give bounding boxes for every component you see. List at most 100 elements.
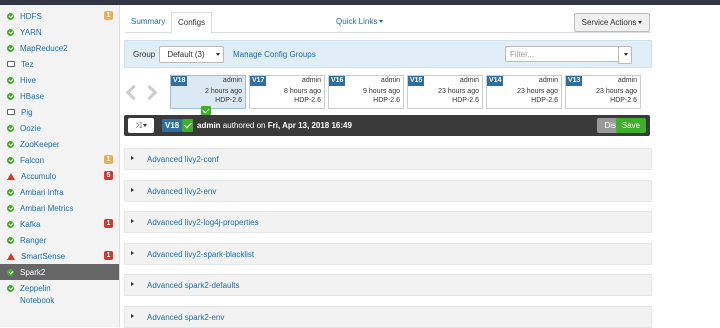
- sidebar-item-label: ZooKeeper: [20, 139, 60, 149]
- save-button[interactable]: Save: [616, 118, 646, 133]
- version-card-v18[interactable]: V18 admin 2 hours ago HDP-2.6: [170, 75, 246, 115]
- current-version-badge: V18: [162, 119, 183, 132]
- config-group-bar: Group Default (3) Manage Config Groups: [124, 40, 652, 68]
- version-user: admin: [301, 77, 321, 84]
- sidebar-item-yarn[interactable]: YARN: [0, 24, 119, 40]
- config-section-header[interactable]: Advanced spark2-env: [124, 305, 652, 328]
- filter-input[interactable]: [505, 46, 623, 62]
- sidebar-item-smartsense[interactable]: SmartSense 1: [0, 248, 119, 264]
- service-actions-button[interactable]: Service Actions: [574, 13, 650, 32]
- alert-count-badge[interactable]: 1: [104, 155, 113, 164]
- sidebar-item-label-line2: Notebook: [20, 296, 55, 305]
- config-section-title: Advanced livy2-conf: [147, 155, 219, 164]
- sidebar-item-oozie[interactable]: Oozie: [0, 120, 119, 136]
- sidebar-item-label: HBase: [20, 91, 45, 101]
- expand-caret-icon: [131, 313, 134, 318]
- config-section-title: Advanced spark2-defaults: [147, 281, 240, 290]
- alert-count-badge[interactable]: 1: [104, 251, 113, 260]
- version-user: admin: [459, 77, 479, 84]
- tab-configs[interactable]: Configs: [171, 12, 213, 34]
- sidebar-item-ambari-metrics[interactable]: Ambari Metrics: [0, 200, 119, 216]
- sidebar-item-label: Ambari Infra: [20, 187, 64, 197]
- author-name: admin: [197, 121, 221, 130]
- version-card-v16[interactable]: V16 admin 9 hours ago HDP-2.6: [328, 75, 404, 109]
- version-stack: HDP-2.6: [294, 97, 321, 104]
- version-card-v13[interactable]: V13 admin 23 hours ago HDP-2.6: [565, 75, 641, 109]
- group-dropdown-toggle[interactable]: [211, 46, 224, 63]
- alert-triangle-icon: [7, 252, 15, 260]
- version-user: admin: [538, 77, 558, 84]
- quick-links-dropdown[interactable]: Quick Links: [336, 17, 384, 26]
- status-ok-icon: [7, 12, 14, 20]
- chevron-down-icon: [142, 124, 147, 128]
- sidebar-item-label: YARN: [20, 27, 42, 37]
- sidebar-item-ranger[interactable]: Ranger: [0, 232, 119, 248]
- sidebar-item-zeppelin[interactable]: Zeppelin Notebook: [0, 280, 119, 310]
- version-card-v17[interactable]: V17 admin 8 hours ago HDP-2.6: [249, 75, 325, 109]
- version-card-v15[interactable]: V15 admin 23 hours ago HDP-2.6: [407, 75, 483, 109]
- current-version-bar: ⤨ V18 admin authored on Fri, Apr 13, 201…: [124, 115, 650, 136]
- sidebar-item-label: Oozie: [20, 123, 41, 133]
- service-tabs: Summary Configs: [125, 12, 651, 34]
- sidebar-item-hive[interactable]: Hive: [0, 72, 119, 88]
- prev-versions-arrow-icon[interactable]: [125, 84, 142, 101]
- next-versions-arrow-icon[interactable]: [141, 84, 158, 101]
- sidebar-item-ambari-infra[interactable]: Ambari Infra: [0, 184, 119, 200]
- config-section-header[interactable]: Advanced livy2-conf: [124, 148, 652, 170]
- sidebar-item-zookeeper[interactable]: ZooKeeper: [0, 136, 119, 152]
- status-ok-icon: [7, 124, 14, 132]
- tab-summary[interactable]: Summary: [125, 12, 171, 32]
- status-ok-icon: [7, 76, 14, 84]
- filter-dropdown-toggle[interactable]: [618, 46, 632, 64]
- version-label: V14: [487, 76, 504, 86]
- version-card-v14[interactable]: V14 admin 23 hours ago HDP-2.6: [486, 75, 562, 109]
- status-ok-icon: [7, 220, 14, 228]
- sidebar-item-kafka[interactable]: Kafka 1: [0, 216, 119, 232]
- version-stack: HDP-2.6: [610, 97, 637, 104]
- sidebar-item-label: Ambari Metrics: [20, 203, 74, 213]
- version-stack: HDP-2.6: [531, 97, 558, 104]
- client-monitor-icon: [7, 109, 15, 115]
- config-section-header[interactable]: Advanced spark2-defaults: [124, 274, 652, 296]
- status-ok-icon: [7, 188, 14, 196]
- alert-count-badge[interactable]: 1: [104, 219, 113, 228]
- version-time: 23 hours ago: [596, 88, 637, 95]
- sidebar-item-label: Accumulo: [21, 171, 57, 181]
- group-label: Group: [133, 50, 156, 59]
- sidebar-item-hdfs[interactable]: HDFS 1: [0, 8, 119, 24]
- sidebar-item-spark2[interactable]: Spark2: [0, 264, 119, 280]
- alert-count-badge[interactable]: 5: [104, 171, 113, 180]
- sidebar-item-accumulo[interactable]: Accumulo 5: [0, 168, 119, 184]
- version-time: 8 hours ago: [284, 88, 321, 95]
- authored-on-label: authored on: [222, 121, 266, 130]
- status-ok-icon: [7, 204, 14, 212]
- config-section-title: Advanced spark2-env: [147, 312, 225, 322]
- config-section-header[interactable]: Advanced livy2-env: [124, 179, 652, 202]
- compare-versions-button[interactable]: ⤨: [128, 118, 154, 133]
- sidebar-item-label: Zeppelin Notebook: [20, 283, 54, 307]
- sidebar-item-label-line1: Zeppelin: [20, 284, 51, 293]
- version-user: admin: [380, 77, 400, 84]
- sidebar-item-label: Hive: [20, 75, 37, 85]
- sidebar-item-label: Tez: [21, 59, 34, 69]
- sidebar-item-mapreduce2[interactable]: MapReduce2: [0, 40, 119, 56]
- status-ok-icon: [7, 285, 14, 292]
- chevron-down-icon: [624, 53, 628, 57]
- sidebar-item-hbase[interactable]: HBase: [0, 88, 119, 104]
- group-select-button[interactable]: Default (3): [159, 46, 213, 63]
- version-label: V17: [250, 76, 267, 86]
- config-section-title: Advanced livy2-spark-blacklist: [147, 249, 255, 259]
- sidebar-item-label: HDFS: [20, 11, 42, 21]
- sidebar-item-tez[interactable]: Tez: [0, 56, 119, 72]
- alert-count-badge[interactable]: 1: [104, 11, 113, 20]
- config-section-header[interactable]: Advanced livy2-log4j-properties: [124, 211, 652, 233]
- sidebar-item-falcon[interactable]: Falcon 1: [0, 152, 119, 168]
- version-time: 23 hours ago: [517, 88, 558, 95]
- version-time: 23 hours ago: [438, 88, 479, 95]
- manage-config-groups-link[interactable]: Manage Config Groups: [233, 50, 316, 59]
- config-section-header[interactable]: Advanced livy2-spark-blacklist: [124, 242, 652, 265]
- chevron-down-icon: [379, 20, 384, 24]
- check-icon: [182, 119, 193, 132]
- service-actions-label: Service Actions: [581, 18, 637, 27]
- sidebar-item-pig[interactable]: Pig: [0, 104, 119, 120]
